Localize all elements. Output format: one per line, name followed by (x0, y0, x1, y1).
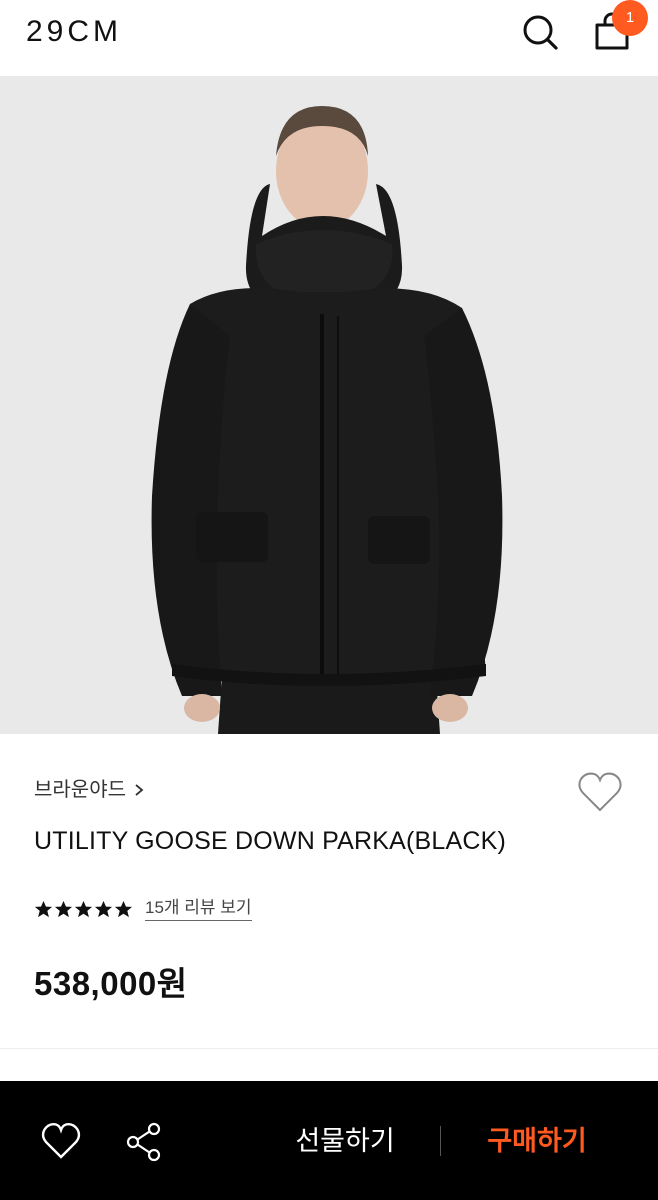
product-photo (0, 76, 658, 734)
star-icon (74, 900, 93, 917)
logo[interactable]: 29CM (26, 14, 122, 50)
share-icon (126, 1122, 161, 1162)
review-link[interactable]: 15개 리뷰 보기 (145, 897, 252, 921)
rating-row: 15개 리뷰 보기 (34, 896, 252, 922)
brand-name: 브라운야드 (34, 779, 126, 801)
chevron-right-icon (135, 784, 144, 796)
star-icon (54, 900, 73, 917)
product-title: UTILITY GOOSE DOWN PARKA(BLACK) (34, 827, 507, 855)
gift-button[interactable]: 선물하기 (270, 1119, 420, 1163)
search-icon (523, 15, 558, 50)
search-button[interactable] (518, 10, 562, 54)
heart-outline-icon (41, 1123, 81, 1159)
bottom-action-bar: 선물하기 구매하기 (0, 1081, 658, 1200)
bottom-wishlist-button[interactable] (40, 1121, 82, 1161)
star-icon (34, 900, 53, 917)
cart-count-badge: 1 (612, 0, 648, 36)
divider (0, 1048, 658, 1049)
brand-link[interactable]: 브라운야드 (34, 776, 146, 804)
heart-outline-icon (578, 772, 622, 812)
share-button[interactable] (124, 1121, 164, 1163)
top-header: 29CM 1 (0, 0, 658, 76)
star-icon (114, 900, 133, 917)
rating-stars (34, 900, 133, 919)
wishlist-button[interactable] (576, 770, 624, 814)
star-icon (94, 900, 113, 917)
separator (440, 1126, 441, 1156)
product-image[interactable] (0, 76, 658, 734)
buy-button[interactable]: 구매하기 (462, 1119, 612, 1163)
product-price: 538,000원 (34, 965, 188, 1002)
